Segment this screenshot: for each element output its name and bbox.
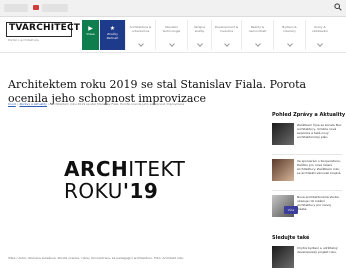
site-logo[interactable]: TVARCHITECT Portál o architektuře <box>6 22 80 46</box>
breadcrumb-home[interactable]: Úvod <box>8 102 16 106</box>
nav-item-development[interactable]: Development & investice <box>212 20 242 50</box>
nav-item-label: Značky Partneři <box>106 32 119 40</box>
chevron-down-icon <box>168 41 175 47</box>
nav-item-partners[interactable]: ★ Značky Partneři <box>100 20 126 50</box>
sidebar-news-item[interactable]: Chytrá bydlení a udržitelný developerský… <box>272 246 342 274</box>
sidebar-heading: Pohled Zprávy a Aktuality <box>272 112 346 118</box>
nav-item-architecture[interactable]: Architektura & urbanismus <box>126 20 156 50</box>
topbar-flag-icon <box>33 5 39 10</box>
breadcrumb-section[interactable]: Zprávy a aktuality <box>19 102 46 106</box>
nav-item-label: Bydlení & interiéry <box>282 25 297 33</box>
image-caption: Vítez / Autor: Romana Lukešova. Porota o… <box>8 256 184 260</box>
topbar-link-advertising[interactable] <box>42 4 68 12</box>
nav-item-label: Videa <box>86 32 95 36</box>
nav-item-courses[interactable]: Kurzy & vzdělávání <box>306 20 334 50</box>
article-hero-image: ARCHITEKT ROKU'19 <box>8 111 262 251</box>
chevron-down-icon <box>254 41 261 47</box>
chevron-down-icon <box>223 41 230 47</box>
top-bar <box>0 0 346 17</box>
nav-item-label: Development & investice <box>214 25 239 33</box>
nav-item-label: Architektura & urbanismus <box>129 25 152 33</box>
header-divider <box>0 52 346 53</box>
nav-item-label: Stavební technologie <box>162 25 181 33</box>
news-title[interactable]: Nová architektonická studie ukazuje roli… <box>297 195 342 211</box>
hero-title-line1: ARCHITEKT <box>64 157 186 181</box>
star-icon: ★ <box>109 25 116 32</box>
chevron-down-icon <box>317 41 323 47</box>
sidebar-divider <box>272 154 342 155</box>
chevron-down-icon <box>286 41 293 47</box>
sidebar-news-item[interactable]: Začátkem října se konala Noc architektur… <box>272 123 342 151</box>
chevron-down-icon <box>137 41 144 47</box>
nav-item-label: Kurzy & vzdělávání <box>311 25 329 33</box>
news-thumbnail[interactable] <box>272 123 294 145</box>
logo-text: TVARCHITECT <box>9 23 81 33</box>
sidebar-news-item[interactable]: Ve spolupráci s Kooperativou tlačítko pr… <box>272 159 342 187</box>
nav-item-reality[interactable]: Reality & nemovitosti <box>242 20 274 50</box>
hero-title-line2: ROKU'19 <box>64 179 159 203</box>
topbar-link-subscription[interactable] <box>4 4 28 12</box>
play-icon: ▶ <box>88 25 93 32</box>
news-thumbnail[interactable] <box>272 246 294 268</box>
logo-subtitle: Portál o architektuře <box>8 38 39 42</box>
news-thumbnail[interactable] <box>272 159 294 181</box>
sidebar-news-item[interactable]: Nová architektonická studie ukazuje roli… <box>272 195 342 223</box>
news-title[interactable]: Chytrá bydlení a udržitelný developerský… <box>297 246 342 254</box>
news-title[interactable]: Začátkem října se konala Noc architektur… <box>297 123 342 139</box>
nav-item-technologies[interactable]: Stavební technologie <box>156 20 188 50</box>
nav-item-label: Veřejné služby <box>193 25 206 33</box>
nav-item-videa[interactable]: ▶ Videa <box>82 20 100 50</box>
main-navigation: ▶ Videa ★ Značky Partneři Architektura &… <box>82 20 334 50</box>
search-icon[interactable] <box>334 3 342 11</box>
breadcrumb: Úvod » Zprávy a aktuality » Architektem … <box>8 102 268 106</box>
chevron-down-icon <box>196 41 203 47</box>
more-news-button[interactable]: Více <box>284 206 298 214</box>
nav-item-label: Reality & nemovitosti <box>248 25 267 33</box>
nav-item-housing[interactable]: Bydlení & interiéry <box>274 20 306 50</box>
sidebar-heading: Sledujte také <box>272 235 310 241</box>
breadcrumb-current: Architektem roku 2019 se stal Stanislav … <box>50 102 185 106</box>
sidebar-divider <box>272 190 342 191</box>
news-title[interactable]: Ve spolupráci s Kooperativou tlačítko pr… <box>297 159 342 175</box>
nav-item-public[interactable]: Veřejné služby <box>188 20 212 50</box>
